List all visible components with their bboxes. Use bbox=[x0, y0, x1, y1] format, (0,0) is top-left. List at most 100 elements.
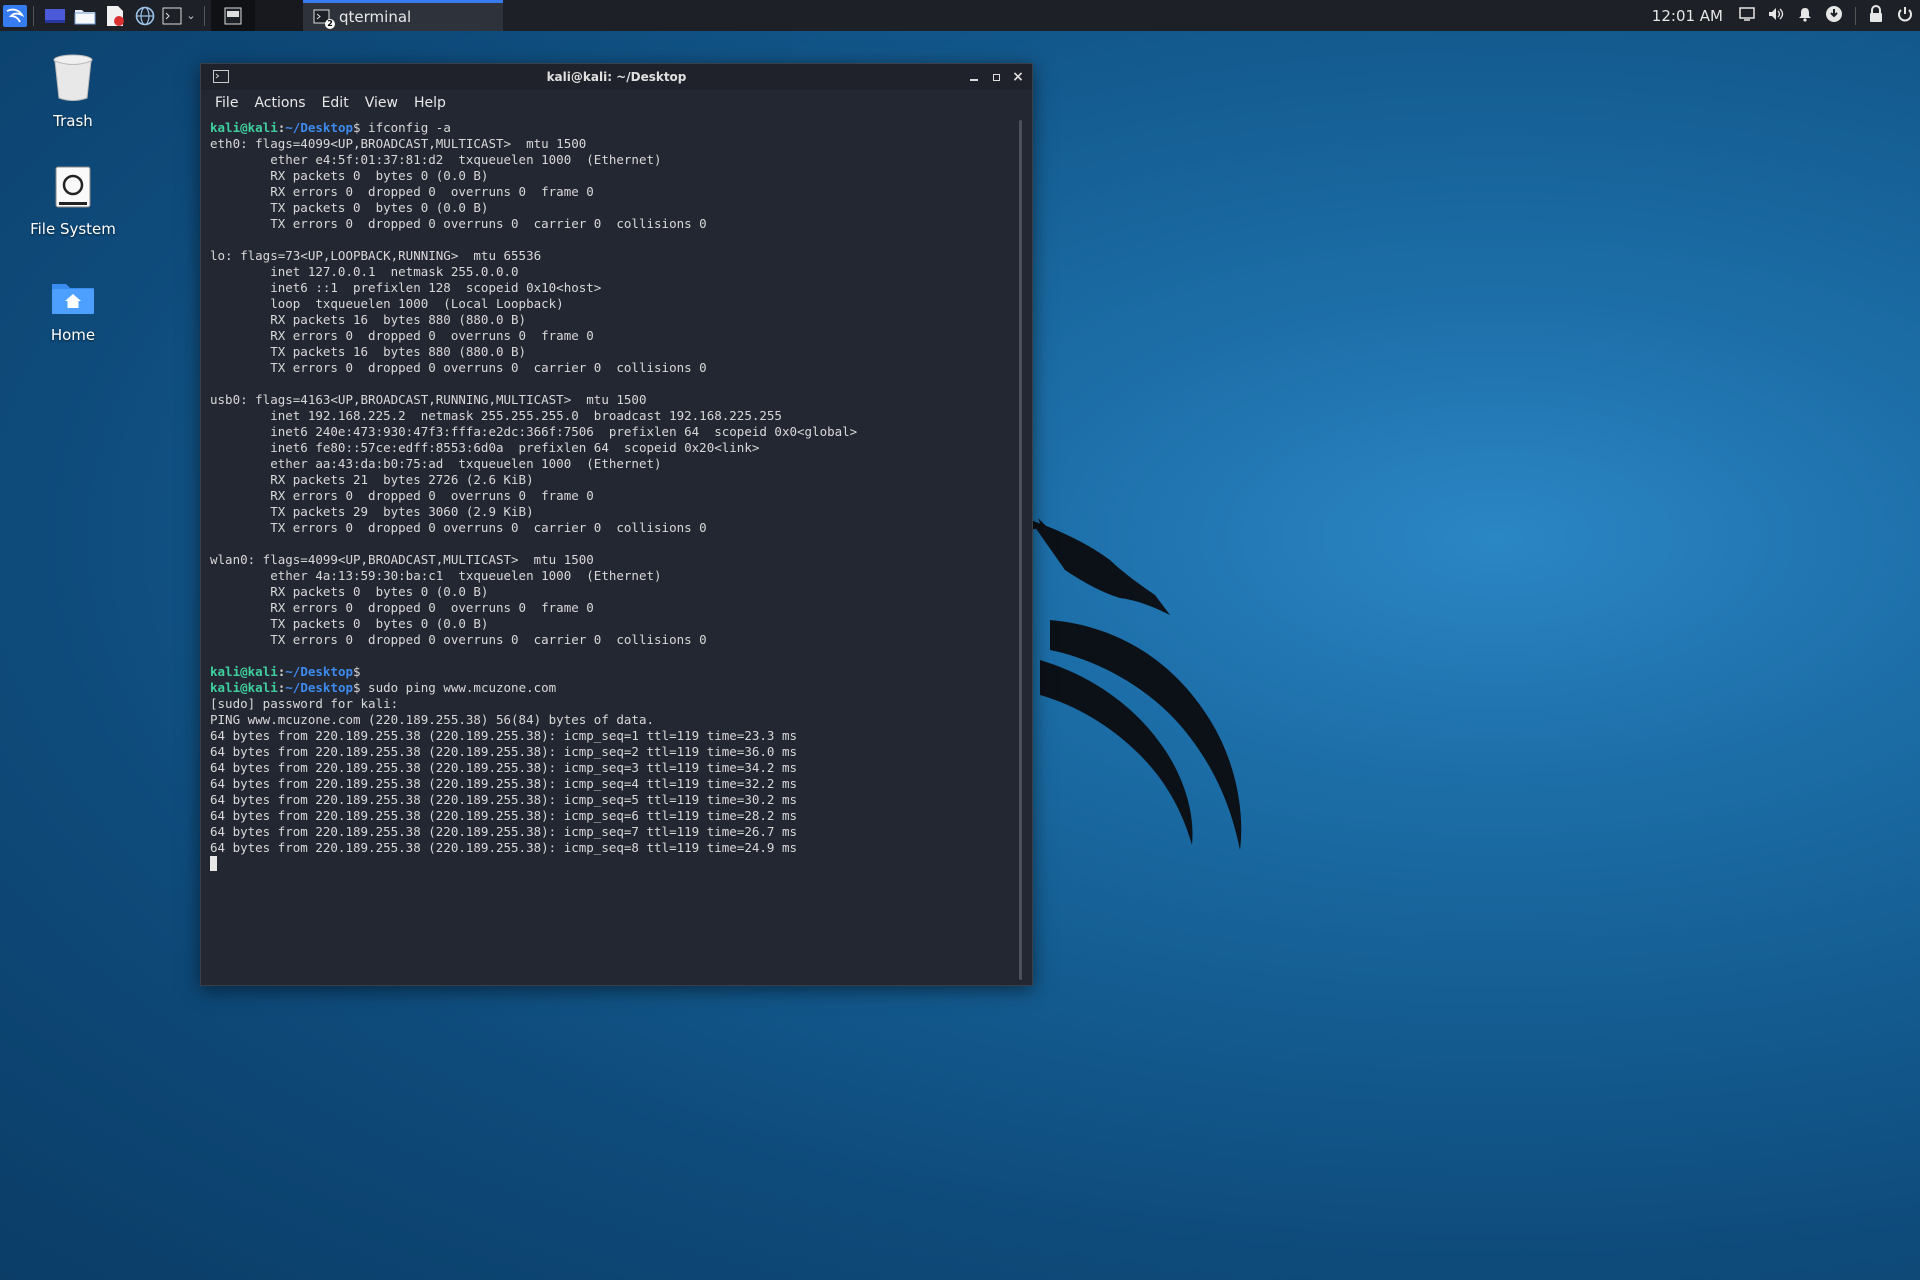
power-icon[interactable] bbox=[1896, 5, 1914, 27]
kali-menu-button[interactable] bbox=[3, 0, 27, 31]
output-text: TX errors 0 dropped 0 overruns 0 carrier… bbox=[210, 360, 707, 375]
clock[interactable]: 12:01 AM bbox=[1652, 7, 1723, 25]
web-browser-launcher[interactable] bbox=[130, 0, 160, 31]
panel-separator bbox=[33, 5, 34, 26]
terminal-window[interactable]: kali@kali: ~/Desktop × File Actions Edit… bbox=[200, 63, 1033, 986]
output-text: TX errors 0 dropped 0 overruns 0 carrier… bbox=[210, 216, 707, 231]
command-text: ifconfig -a bbox=[360, 120, 451, 135]
terminal-output-line: TX errors 0 dropped 0 overruns 0 carrier… bbox=[210, 216, 1006, 232]
output-text: RX packets 0 bytes 0 (0.0 B) bbox=[210, 584, 489, 599]
kali-logo-icon bbox=[3, 4, 27, 27]
cursor-line bbox=[210, 856, 1006, 872]
terminal-output-line: inet6 ::1 prefixlen 128 scopeid 0x10<hos… bbox=[210, 280, 1006, 296]
output-text: ether e4:5f:01:37:81:d2 txqueuelen 1000 … bbox=[210, 152, 662, 167]
terminal-output-line: eth0: flags=4099<UP,BROADCAST,MULTICAST>… bbox=[210, 136, 1006, 152]
prompt-symbol: $ bbox=[353, 680, 361, 695]
terminal-output-line: ether aa:43:da:b0:75:ad txqueuelen 1000 … bbox=[210, 456, 1006, 472]
output-text: RX errors 0 dropped 0 overruns 0 frame 0 bbox=[210, 600, 594, 615]
desktop-icon-label: File System bbox=[30, 220, 116, 238]
output-text: 64 bytes from 220.189.255.38 (220.189.25… bbox=[210, 744, 797, 759]
desktop-icon-file-system[interactable]: File System bbox=[18, 164, 128, 238]
terminal-output-line: RX packets 0 bytes 0 (0.0 B) bbox=[210, 584, 1006, 600]
taskbar-item-qterminal[interactable]: 2 qterminal bbox=[303, 0, 503, 31]
workspace-1-button[interactable] bbox=[211, 0, 255, 31]
chevron-down-icon: ⌄ bbox=[186, 9, 196, 22]
output-text: TX errors 0 dropped 0 overruns 0 carrier… bbox=[210, 632, 707, 647]
minimize-icon bbox=[970, 79, 978, 81]
terminal-output-line: RX packets 0 bytes 0 (0.0 B) bbox=[210, 168, 1006, 184]
text-editor-launcher[interactable] bbox=[100, 0, 130, 31]
vertical-scrollbar[interactable] bbox=[1019, 120, 1022, 980]
panel-separator bbox=[204, 5, 205, 26]
terminal-output-line: 64 bytes from 220.189.255.38 (220.189.25… bbox=[210, 760, 1006, 776]
terminal-launcher[interactable] bbox=[160, 0, 184, 31]
display-icon[interactable] bbox=[1739, 6, 1755, 25]
terminal-output-line: loop txqueuelen 1000 (Local Loopback) bbox=[210, 296, 1006, 312]
terminal-output-line: RX errors 0 dropped 0 overruns 0 frame 0 bbox=[210, 488, 1006, 504]
lock-screen-icon[interactable] bbox=[1868, 4, 1884, 27]
workspace-2-button[interactable] bbox=[255, 0, 303, 31]
tray-separator bbox=[1855, 6, 1856, 25]
prompt-path: ~/Desktop bbox=[285, 680, 353, 695]
terminal-output-line: TX packets 0 bytes 0 (0.0 B) bbox=[210, 200, 1006, 216]
menu-view[interactable]: View bbox=[357, 95, 406, 111]
output-text: RX errors 0 dropped 0 overruns 0 frame 0 bbox=[210, 488, 594, 503]
terminal-output-line: 64 bytes from 220.189.255.38 (220.189.25… bbox=[210, 840, 1006, 856]
terminal-output-line: wlan0: flags=4099<UP,BROADCAST,MULTICAST… bbox=[210, 552, 1006, 568]
output-text: RX packets 16 bytes 880 (880.0 B) bbox=[210, 312, 527, 327]
output-text: inet6 ::1 prefixlen 128 scopeid 0x10<hos… bbox=[210, 280, 602, 295]
home-folder-icon bbox=[52, 284, 94, 314]
launcher-dropdown[interactable]: ⌄ bbox=[184, 0, 198, 31]
close-button[interactable]: × bbox=[1012, 70, 1024, 84]
output-text: 64 bytes from 220.189.255.38 (220.189.25… bbox=[210, 760, 797, 775]
maximize-button[interactable] bbox=[990, 71, 1002, 83]
minimize-button[interactable] bbox=[968, 71, 980, 83]
menu-edit[interactable]: Edit bbox=[314, 95, 357, 111]
menu-file[interactable]: File bbox=[207, 95, 246, 111]
output-text: [sudo] password for kali: bbox=[210, 696, 399, 711]
command-text: sudo ping www.mcuzone.com bbox=[360, 680, 557, 695]
output-text: 64 bytes from 220.189.255.38 (220.189.25… bbox=[210, 776, 797, 791]
terminal-output[interactable]: kali@kali:~/Desktop$ ifconfig -a eth0: fl… bbox=[210, 120, 1006, 976]
terminal-prompt-line: kali@kali:~/Desktop$ bbox=[210, 664, 1006, 680]
notification-bell-icon[interactable] bbox=[1797, 6, 1813, 26]
terminal-output-line: TX errors 0 dropped 0 overruns 0 carrier… bbox=[210, 520, 1006, 536]
output-text: wlan0: flags=4099<UP,BROADCAST,MULTICAST… bbox=[210, 552, 594, 567]
terminal-output-line: inet6 fe80::57ce:edff:8553:6d0a prefixle… bbox=[210, 440, 1006, 456]
terminal-output-line: 64 bytes from 220.189.255.38 (220.189.25… bbox=[210, 776, 1006, 792]
menu-actions[interactable]: Actions bbox=[246, 95, 313, 111]
desktop-icon-trash[interactable]: Trash bbox=[18, 54, 128, 130]
prompt-user: kali@kali bbox=[210, 120, 278, 135]
terminal-output-line: RX packets 16 bytes 880 (880.0 B) bbox=[210, 312, 1006, 328]
terminal-output-line: 64 bytes from 220.189.255.38 (220.189.25… bbox=[210, 744, 1006, 760]
window-titlebar[interactable]: kali@kali: ~/Desktop × bbox=[201, 64, 1032, 90]
terminal-output-line: inet 192.168.225.2 netmask 255.255.255.0… bbox=[210, 408, 1006, 424]
output-text: inet6 fe80::57ce:edff:8553:6d0a prefixle… bbox=[210, 440, 760, 455]
output-text: RX packets 0 bytes 0 (0.0 B) bbox=[210, 168, 489, 183]
output-text: ether aa:43:da:b0:75:ad txqueuelen 1000 … bbox=[210, 456, 662, 471]
qterminal-icon: 2 bbox=[313, 9, 335, 29]
output-text: RX packets 21 bytes 2726 (2.6 KiB) bbox=[210, 472, 534, 487]
terminal-output-line: RX packets 21 bytes 2726 (2.6 KiB) bbox=[210, 472, 1006, 488]
terminal-prompt-line: kali@kali:~/Desktop$ sudo ping www.mcuzo… bbox=[210, 680, 1006, 696]
prompt-symbol: $ bbox=[353, 664, 361, 679]
desktop-icon-label: Home bbox=[50, 326, 96, 344]
desktop-icon-home[interactable]: Home bbox=[18, 280, 128, 344]
volume-icon[interactable] bbox=[1767, 6, 1785, 26]
terminal-output-line: RX errors 0 dropped 0 overruns 0 frame 0 bbox=[210, 600, 1006, 616]
output-text: 64 bytes from 220.189.255.38 (220.189.25… bbox=[210, 808, 797, 823]
menu-help[interactable]: Help bbox=[406, 95, 454, 111]
show-desktop-button[interactable] bbox=[40, 0, 70, 31]
terminal-icon bbox=[162, 7, 182, 24]
output-text: 64 bytes from 220.189.255.38 (220.189.25… bbox=[210, 792, 797, 807]
output-text: TX packets 0 bytes 0 (0.0 B) bbox=[210, 200, 489, 215]
file-manager-launcher[interactable] bbox=[70, 0, 100, 31]
output-text: inet 192.168.225.2 netmask 255.255.255.0… bbox=[210, 408, 782, 423]
update-icon[interactable] bbox=[1825, 5, 1843, 27]
top-panel: ⌄ 2 qterminal 12:01 AM bbox=[0, 0, 1920, 31]
terminal-output-line: TX errors 0 dropped 0 overruns 0 carrier… bbox=[210, 360, 1006, 376]
